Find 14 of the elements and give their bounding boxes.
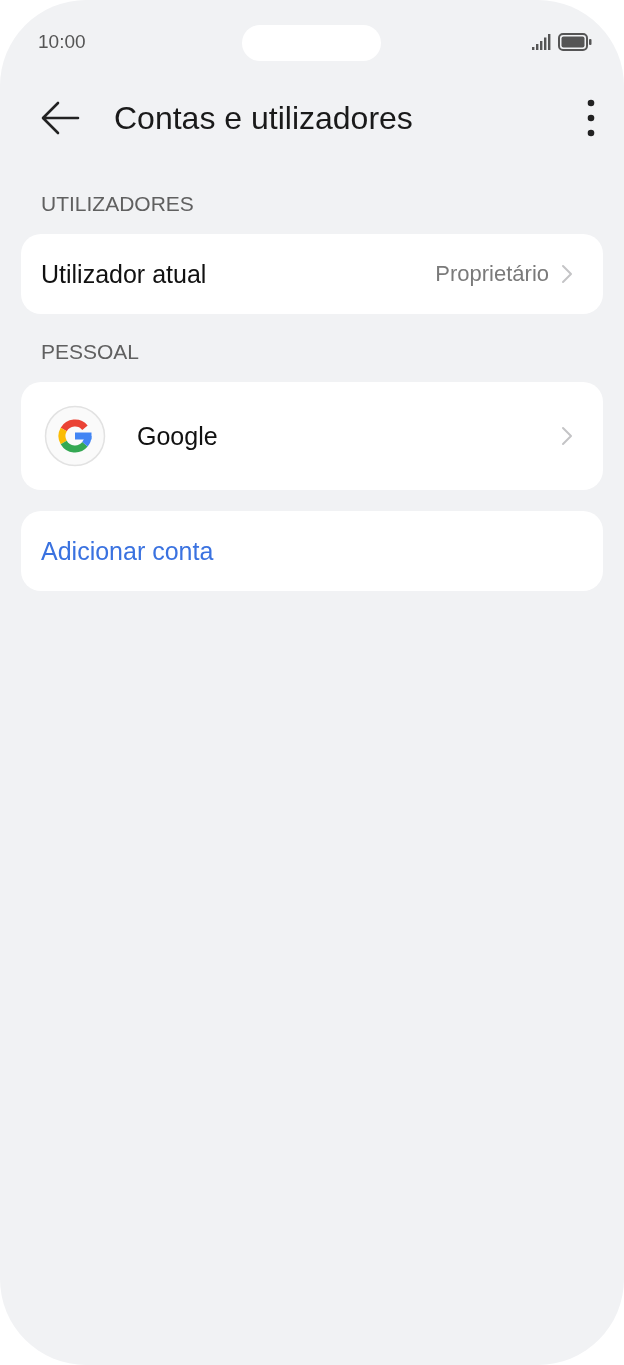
battery-icon xyxy=(558,33,592,51)
account-logo-icon xyxy=(44,405,106,467)
setting-value: Proprietário xyxy=(435,261,549,287)
more-options-button[interactable] xyxy=(586,99,596,137)
page-title: Contas e utilizadores xyxy=(114,99,414,137)
add-account-link[interactable]: Adicionar conta xyxy=(41,536,573,566)
chevron-right-icon xyxy=(561,426,573,446)
status-time: 10:00 xyxy=(38,31,86,53)
setting-label: Utilizador atual xyxy=(41,259,208,289)
chevron-right-icon xyxy=(561,264,573,284)
section-header: PESSOAL xyxy=(40,339,141,365)
account-name: Google xyxy=(137,421,219,451)
signal-icon xyxy=(532,34,552,50)
section-header: UTILIZADORES xyxy=(40,191,195,217)
